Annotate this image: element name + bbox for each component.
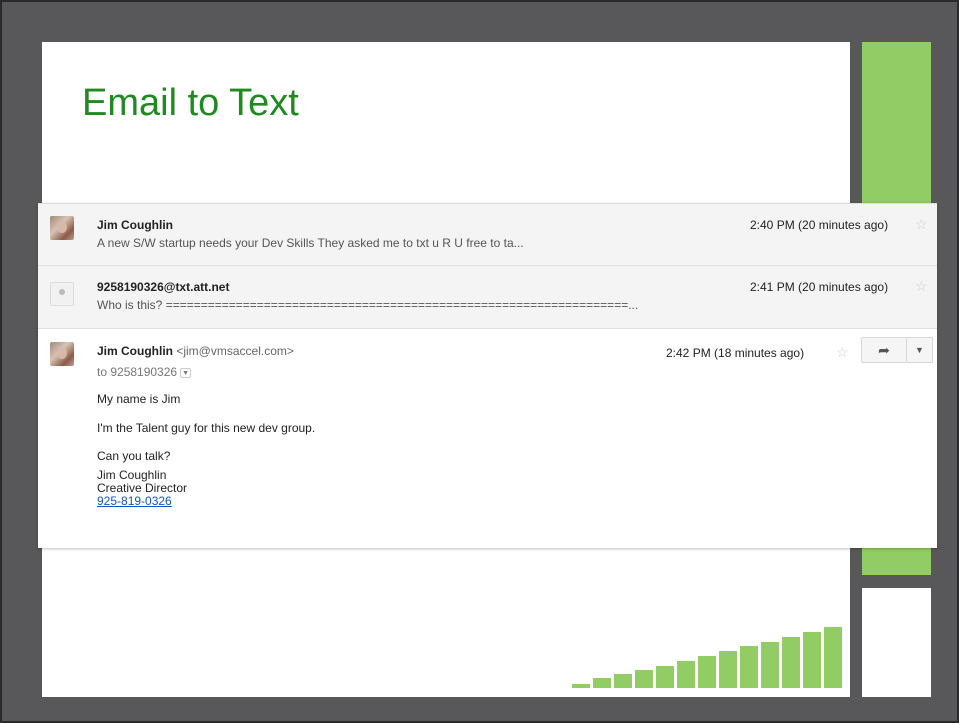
expanded-message: Jim Coughlin <jim@vmsaccel.com> to 92581…	[38, 330, 937, 548]
reply-button[interactable]: ➦	[861, 337, 907, 363]
decorative-bar	[719, 651, 737, 688]
accent-box	[862, 588, 931, 697]
profile-photo-avatar	[50, 342, 74, 366]
gmail-thread: Jim Coughlin A new S/W startup needs you…	[38, 203, 937, 548]
decorative-bar	[593, 678, 611, 688]
decorative-bar-graphic	[572, 626, 842, 688]
signature-phone-link[interactable]: 925-819-0326	[97, 494, 172, 508]
recipient-text: to 9258190326	[97, 365, 178, 379]
star-icon[interactable]: ☆	[915, 216, 928, 233]
details-dropdown-icon[interactable]: ▼	[180, 367, 192, 378]
sender-line: Jim Coughlin <jim@vmsaccel.com>	[97, 344, 294, 358]
decorative-bar	[677, 661, 695, 688]
decorative-bar	[698, 656, 716, 688]
recipient-line: to 9258190326 ▼	[97, 365, 192, 379]
slide-title: Email to Text	[82, 82, 299, 124]
signature: Jim Coughlin Creative Director 925-819-0…	[97, 469, 187, 508]
collapsed-message-2[interactable]: 9258190326@txt.att.net Who is this? ====…	[38, 266, 937, 329]
decorative-bar	[824, 627, 842, 688]
sender-email: <jim@vmsaccel.com>	[176, 344, 294, 358]
profile-photo-avatar	[50, 216, 74, 240]
decorative-bar	[656, 666, 674, 688]
star-icon[interactable]: ☆	[836, 344, 849, 361]
sender-name: 9258190326@txt.att.net	[97, 280, 230, 294]
decorative-bar	[761, 642, 779, 688]
more-actions-button[interactable]: ▼	[907, 337, 933, 363]
decorative-bar	[614, 674, 632, 688]
reply-arrow-icon: ➦	[878, 342, 890, 358]
decorative-bar	[782, 637, 800, 688]
decorative-bar	[572, 684, 590, 688]
decorative-bar	[803, 632, 821, 688]
default-person-icon	[50, 282, 74, 306]
sender-name: Jim Coughlin	[97, 344, 173, 358]
message-time: 2:41 PM (20 minutes ago)	[750, 280, 889, 294]
decorative-bar	[740, 646, 758, 688]
message-snippet: Who is this? ===========================…	[97, 298, 639, 312]
body-line-1: My name is Jim	[97, 392, 181, 406]
chevron-down-icon: ▼	[915, 345, 924, 355]
collapsed-message-1[interactable]: Jim Coughlin A new S/W startup needs you…	[38, 203, 937, 266]
body-line-3: Can you talk?	[97, 449, 171, 463]
sender-name: Jim Coughlin	[97, 218, 173, 232]
message-time: 2:40 PM (20 minutes ago)	[750, 218, 889, 232]
message-time: 2:42 PM (18 minutes ago)	[666, 346, 805, 360]
decorative-bar	[635, 670, 653, 688]
body-line-2: I'm the Talent guy for this new dev grou…	[97, 421, 316, 435]
message-snippet: A new S/W startup needs your Dev Skills …	[97, 236, 524, 250]
star-icon[interactable]: ☆	[915, 278, 928, 295]
